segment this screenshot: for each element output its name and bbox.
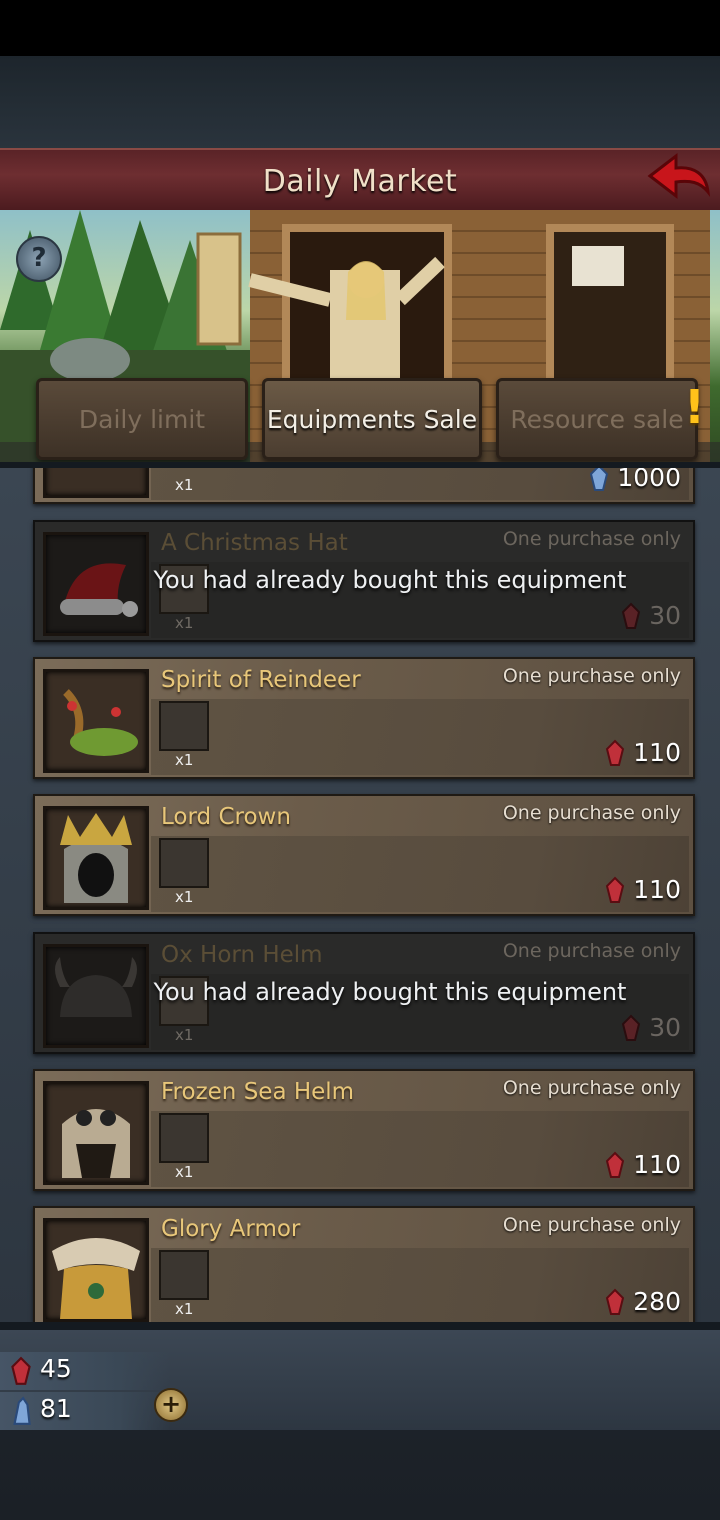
item-icon [43,1218,149,1322]
crystal-balance: 81 [0,1392,170,1430]
item-thumbnail [159,1113,209,1163]
item-thumbnail [159,838,209,888]
list-item[interactable]: x1 1000 [33,468,695,504]
purchase-limit: One purchase only [502,1077,681,1099]
item-price[interactable]: 1000 [589,468,681,492]
list-item[interactable]: Spirit of Reindeer One purchase only x1 … [33,657,695,779]
ruby-amount: 45 [40,1354,72,1383]
item-icon [43,944,149,1048]
tab-equipments-sale[interactable]: Equipments Sale [262,378,482,460]
item-quantity: x1 [175,751,194,769]
ruby-icon [606,1151,625,1178]
bottom-background [0,1430,720,1520]
ruby-icon [11,1356,31,1385]
purchase-limit: One purchase only [502,802,681,824]
status-bar-area [0,0,720,56]
tab-resource-sale[interactable]: Resource sale [496,378,698,460]
title-bar: Daily Market [0,148,720,214]
item-name: Ox Horn Helm [161,942,323,968]
buy-button[interactable]: 280 [605,1287,681,1316]
item-name: Glory Armor [161,1216,301,1242]
armor-icon [52,1238,140,1319]
help-button[interactable]: ? [16,236,62,282]
buy-button[interactable]: 110 [605,738,681,767]
crown-helm-icon [60,813,132,903]
new-alert-icon: ! [684,380,705,434]
purchase-limit: One purchase only [502,528,681,550]
resource-footer: 45 81 [0,1322,720,1438]
already-bought-message: You had already bought this equipment [153,566,627,594]
item-thumbnail [159,1250,209,1300]
item-price: 30 [621,1013,681,1042]
item-icon [43,1081,149,1185]
skull-helm-icon [62,1109,130,1178]
item-name: A Christmas Hat [161,530,348,556]
item-icon [43,669,149,773]
buy-button[interactable]: 110 [605,875,681,904]
buy-button[interactable]: 110 [605,1150,681,1179]
add-crystal-button[interactable]: + [154,1388,188,1422]
item-icon [43,468,149,498]
already-bought-message: You had already bought this equipment [153,978,627,1006]
list-item[interactable]: Ox Horn Helm One purchase only x1 30 You… [33,932,695,1054]
item-quantity: x1 [175,1026,194,1044]
reindeer-spirit-icon [63,689,138,756]
item-quantity: x1 [175,888,194,906]
list-item[interactable]: Glory Armor One purchase only x1 280 [33,1206,695,1326]
tab-daily-limit[interactable]: Daily limit [36,378,248,460]
item-quantity: x1 [175,476,194,494]
item-name: Lord Crown [161,804,291,830]
item-icon [43,532,149,636]
christmas-hat-icon [60,563,138,617]
crystal-icon [13,1396,31,1425]
item-quantity: x1 [175,614,194,632]
item-name: Frozen Sea Helm [161,1079,355,1105]
item-quantity: x1 [175,1300,194,1318]
back-arrow-icon[interactable] [646,152,712,204]
purchase-limit: One purchase only [502,940,681,962]
crystal-amount: 81 [40,1394,72,1423]
ruby-icon [622,1014,641,1041]
item-name: Spirit of Reindeer [161,667,361,693]
crystal-icon [590,468,609,491]
ruby-icon [606,876,625,903]
top-background [0,56,720,150]
list-item[interactable]: Lord Crown One purchase only x1 110 [33,794,695,916]
ruby-balance: 45 [0,1352,170,1390]
equipment-list[interactable]: x1 1000 A Christmas Hat One purchase onl… [0,462,720,1326]
horned-helm-icon [55,957,137,1017]
list-item[interactable]: Frozen Sea Helm One purchase only x1 110 [33,1069,695,1191]
page-title: Daily Market [262,163,458,199]
ruby-icon [606,739,625,766]
ruby-icon [622,602,641,629]
item-quantity: x1 [175,1163,194,1181]
item-price: 30 [621,601,681,630]
list-item[interactable]: A Christmas Hat One purchase only x1 30 … [33,520,695,642]
item-thumbnail [159,701,209,751]
purchase-limit: One purchase only [502,665,681,687]
item-icon [43,806,149,910]
ruby-icon [606,1288,625,1315]
purchase-limit: One purchase only [502,1214,681,1236]
